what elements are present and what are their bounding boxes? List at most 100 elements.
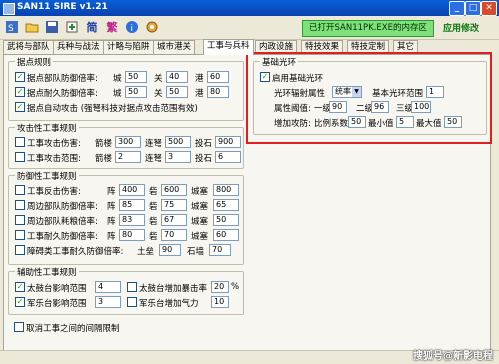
value-input[interactable]: 900 [215, 136, 241, 148]
value-input[interactable]: 50 [125, 86, 147, 98]
value-input[interactable]: 600 [161, 184, 187, 196]
info-icon[interactable]: i [124, 20, 140, 36]
maximize-button[interactable]: □ [465, 1, 481, 16]
svg-text:i: i [131, 24, 134, 34]
row-label: 据点自动攻击 (强弩科技对据点攻击范围有效) [27, 104, 198, 114]
auxiliary-fortification-group: 辅助性工事规则 ✓ 太鼓台影响范围 4 太鼓台增加暴击率 20 % ✓ 军乐台影… [8, 266, 244, 315]
simplified-char-button[interactable]: 简 [84, 20, 100, 36]
save-disk-icon[interactable] [44, 20, 60, 36]
checkbox[interactable] [15, 137, 25, 147]
unit-label: % [231, 282, 240, 292]
row-label: 太鼓台增加暴击率 [139, 284, 208, 294]
app-logo-icon[interactable]: S [4, 20, 20, 36]
row-label: 军乐台影响范围 [27, 299, 87, 309]
checkbox[interactable]: ✓ [15, 72, 25, 82]
checkbox[interactable] [127, 282, 137, 292]
export-icon[interactable] [64, 20, 80, 36]
value-input[interactable]: 90 [159, 244, 181, 256]
value-input[interactable]: 800 [213, 184, 239, 196]
field-label: 阵 [107, 202, 116, 212]
tab-cities[interactable]: 城市港关 [153, 40, 196, 54]
group-title: 攻击性工事规则 [15, 122, 79, 134]
checkbox[interactable] [127, 297, 137, 307]
close-button[interactable]: ✕ [481, 1, 497, 16]
value-input[interactable]: 80 [119, 229, 145, 241]
checkbox[interactable]: ✓ [15, 282, 25, 292]
field-label: 砦 [149, 232, 158, 242]
field-label: 箭楼 [95, 154, 113, 164]
group-title: 辅助性工事规则 [15, 266, 79, 278]
value-input[interactable]: 50 [213, 214, 239, 226]
value-input[interactable]: 400 [119, 184, 145, 196]
checkbox[interactable] [15, 185, 25, 195]
value-input[interactable]: 2 [115, 151, 141, 163]
field-label: 连弩 [145, 139, 163, 149]
value-input[interactable]: 500 [165, 136, 191, 148]
tab-generals[interactable]: 武将与部队 [3, 40, 54, 54]
row-label: 军乐台增加气力 [139, 299, 199, 309]
value-input[interactable]: 4 [95, 281, 121, 293]
row-label: 据点部队防御倍率: [27, 74, 98, 84]
value-input[interactable]: 50 [166, 86, 188, 98]
field-label: 连弩 [145, 154, 163, 164]
group-title: 防御性工事规则 [15, 170, 79, 182]
value-input[interactable]: 50 [125, 71, 147, 83]
watermark: 搜狐号@新影电程 [413, 351, 493, 362]
checkbox[interactable] [15, 245, 25, 255]
stronghold-rules-group: 据点规则 ✓ 据点部队防御倍率: 城 50 关 40 港 60 ✓ 据点耐久防御… [8, 56, 244, 121]
value-input[interactable]: 67 [161, 214, 187, 226]
field-label: 城 [113, 89, 122, 99]
field-label: 石墙 [187, 247, 205, 257]
app-icon [3, 3, 15, 15]
value-input[interactable]: 20 [211, 281, 229, 293]
checkbox[interactable] [15, 152, 25, 162]
checkbox[interactable] [15, 230, 25, 240]
value-input[interactable]: 70 [209, 244, 231, 256]
value-input[interactable]: 70 [161, 229, 187, 241]
attack-fortification-group: 攻击性工事规则 工事攻击伤害: 箭楼 300 连弩 500 投石 900 工事攻… [8, 122, 244, 169]
checkbox[interactable]: ✓ [15, 102, 25, 112]
svg-text:S: S [8, 24, 14, 34]
field-label: 投石 [195, 154, 213, 164]
open-folder-icon[interactable] [24, 20, 40, 36]
group-title: 据点规则 [15, 56, 54, 68]
traditional-char-button[interactable]: 繁 [104, 20, 120, 36]
value-input[interactable]: 10 [211, 296, 229, 308]
checkbox[interactable] [15, 200, 25, 210]
field-label: 城塞 [191, 202, 209, 212]
value-input[interactable]: 60 [207, 71, 229, 83]
checkbox[interactable] [14, 322, 24, 332]
value-input[interactable]: 80 [207, 86, 229, 98]
settings-icon[interactable] [144, 20, 160, 36]
field-label: 港 [195, 89, 204, 99]
field-label: 投石 [195, 139, 213, 149]
value-input[interactable]: 40 [166, 71, 188, 83]
field-label: 城塞 [191, 217, 209, 227]
field-label: 港 [195, 74, 204, 84]
tab-troops[interactable]: 兵种与战法 [53, 40, 104, 54]
defense-fortification-group: 防御性工事规则 工事反击伤害: 阵 400 砦 600 城塞 800 周边部队防… [8, 170, 244, 265]
value-input[interactable]: 75 [161, 199, 187, 211]
value-input[interactable]: 3 [95, 296, 121, 308]
checkbox[interactable]: ✓ [15, 297, 25, 307]
field-label: 城塞 [191, 232, 209, 242]
checkbox[interactable] [15, 215, 25, 225]
tab-fortifications[interactable]: 工事与兵科 [203, 39, 254, 55]
value-input[interactable]: 83 [119, 214, 145, 226]
field-label: 箭楼 [95, 139, 113, 149]
field-label: 土垒 [137, 247, 155, 257]
value-input[interactable]: 3 [165, 151, 191, 163]
apply-changes-link[interactable]: 应用修改 [443, 21, 479, 34]
row-label: 取消工事之间的间隔限制 [26, 324, 120, 334]
value-input[interactable]: 6 [215, 151, 241, 163]
checkbox[interactable]: ✓ [15, 87, 25, 97]
row-label: 据点耐久防御倍率: [27, 89, 98, 99]
value-input[interactable]: 300 [115, 136, 141, 148]
value-input[interactable]: 85 [119, 199, 145, 211]
value-input[interactable]: 60 [213, 229, 239, 241]
value-input[interactable]: 65 [213, 199, 239, 211]
row-label: 工事反击伤害: [27, 187, 81, 197]
tab-strategy[interactable]: 计略与陷阱 [103, 40, 154, 54]
minimize-button[interactable]: _ [449, 1, 465, 16]
field-label: 城塞 [191, 187, 209, 197]
